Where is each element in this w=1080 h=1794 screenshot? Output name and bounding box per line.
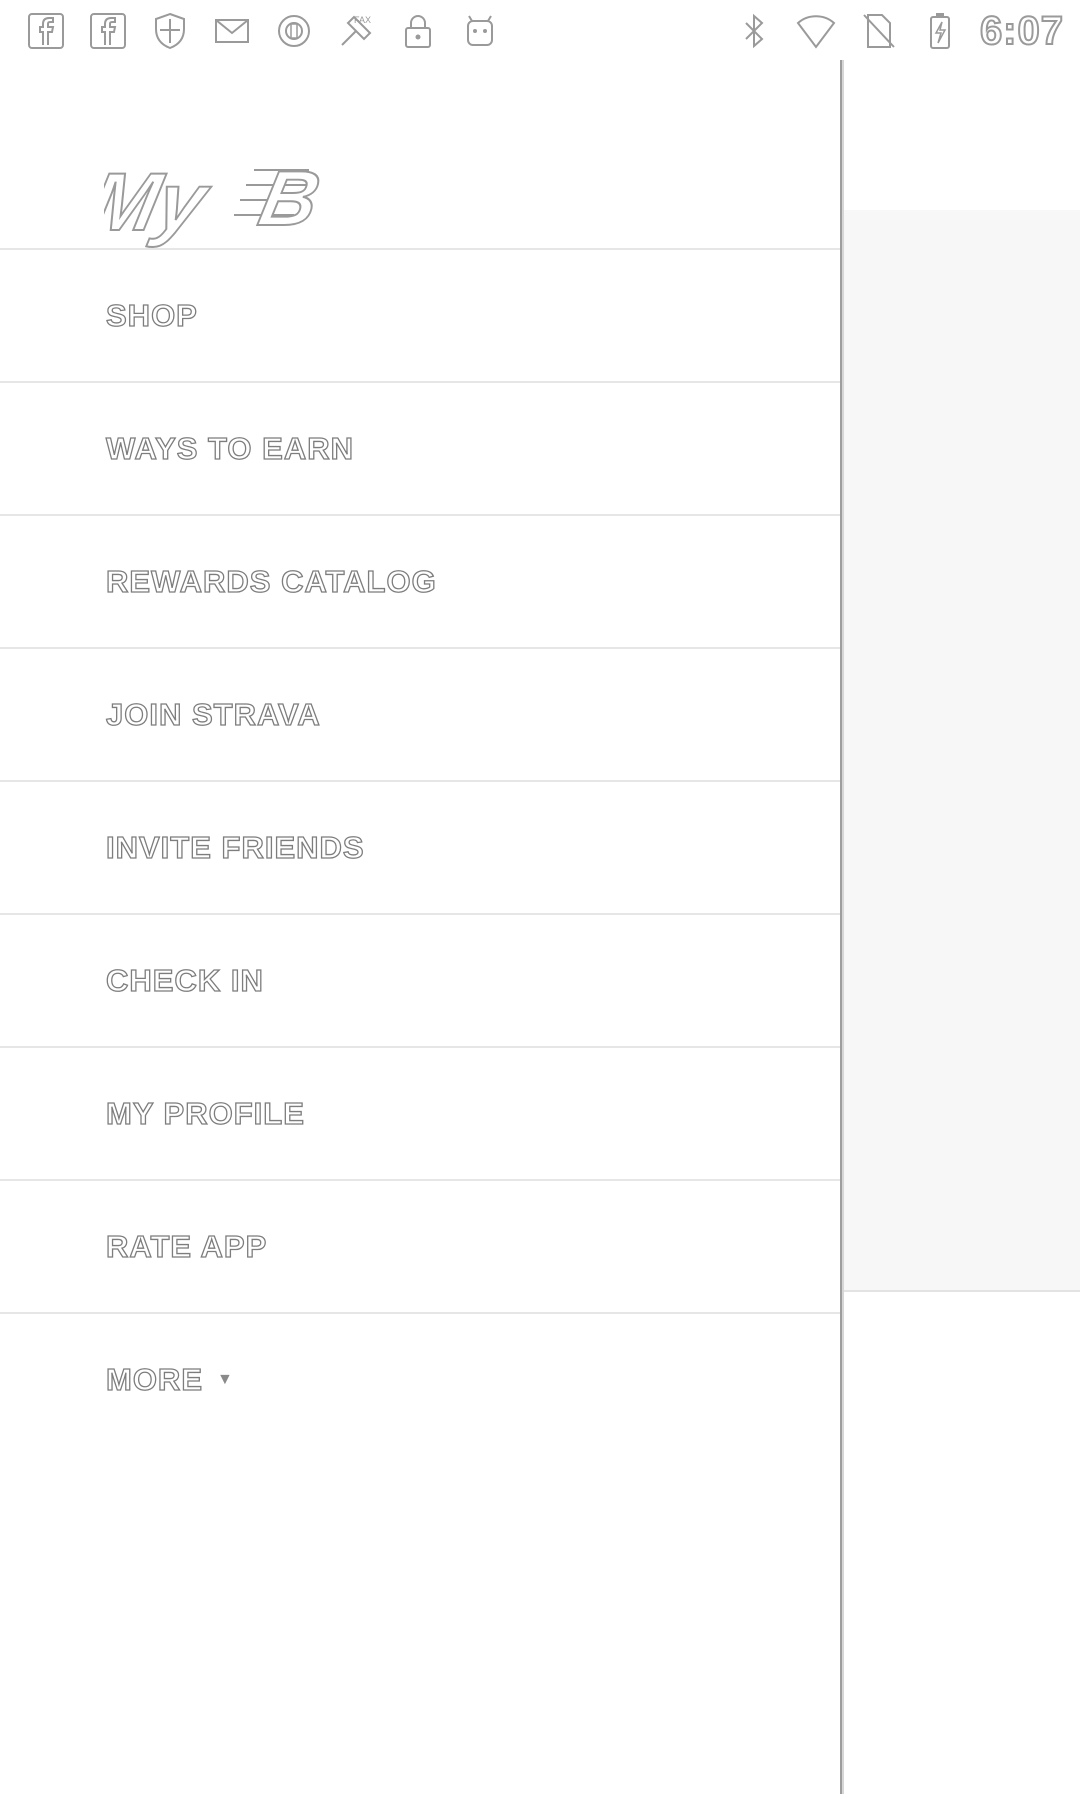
android-icon bbox=[458, 9, 502, 53]
svg-text:My: My bbox=[104, 156, 218, 248]
status-bar: FAX 6:07 bbox=[0, 0, 1080, 60]
notification-icons: FAX bbox=[24, 6, 502, 56]
mail-icon bbox=[210, 9, 254, 53]
circle-icon bbox=[272, 9, 316, 53]
no-sim-icon bbox=[856, 9, 900, 53]
menu-item-rate-app[interactable]: RATE APP bbox=[0, 1181, 840, 1314]
mynb-logo: My B bbox=[80, 140, 364, 260]
lock-icon bbox=[396, 9, 440, 53]
menu-item-label: MY PROFILE bbox=[105, 1095, 305, 1131]
menu-item-rewards-catalog[interactable]: REWARDS CATALOG bbox=[0, 516, 840, 649]
facebook-icon bbox=[86, 9, 130, 53]
bluetooth-icon bbox=[732, 9, 776, 53]
menu-item-label: JOIN STRAVA bbox=[105, 696, 321, 732]
clock-time: 6:07 bbox=[979, 8, 1064, 54]
svg-text:B: B bbox=[252, 155, 327, 242]
battery-charging-icon bbox=[918, 9, 962, 53]
facebook-icon bbox=[24, 9, 68, 53]
menu-item-label: INVITE FRIENDS bbox=[105, 829, 365, 865]
wifi-icon bbox=[794, 9, 838, 53]
menu-item-shop[interactable]: SHOP bbox=[0, 250, 840, 383]
menu-item-check-in[interactable]: CHECK IN bbox=[0, 915, 840, 1048]
menu-item-ways-to-earn[interactable]: WAYS TO EARN bbox=[0, 383, 840, 516]
main-content-header bbox=[842, 60, 1080, 212]
chevron-down-icon: ▼ bbox=[217, 1370, 233, 1388]
menu-item-label: REWARDS CATALOG bbox=[105, 563, 437, 599]
shield-icon bbox=[148, 9, 192, 53]
menu-item-label: WAYS TO EARN bbox=[105, 430, 354, 466]
menu-item-label: CHECK IN bbox=[105, 962, 264, 998]
system-icons: 6:07 bbox=[732, 6, 1064, 56]
menu-item-label: MORE bbox=[105, 1361, 203, 1397]
drawer-menu: SHOP WAYS TO EARN REWARDS CATALOG JOIN S… bbox=[0, 250, 840, 1445]
menu-item-invite-friends[interactable]: INVITE FRIENDS bbox=[0, 782, 840, 915]
menu-item-label: SHOP bbox=[105, 297, 198, 333]
tool-icon: FAX bbox=[334, 9, 378, 53]
main-content-panel[interactable] bbox=[842, 210, 1080, 1292]
svg-text:FAX: FAX bbox=[354, 15, 371, 25]
navigation-drawer: My B SHOP WAYS TO EARN REWARDS CATALOG J… bbox=[0, 60, 842, 1794]
menu-item-join-strava[interactable]: JOIN STRAVA bbox=[0, 649, 840, 782]
main-content-lower bbox=[842, 1292, 1080, 1794]
menu-item-more[interactable]: MORE ▼ bbox=[0, 1314, 840, 1445]
menu-item-label: RATE APP bbox=[105, 1228, 268, 1264]
menu-item-my-profile[interactable]: MY PROFILE bbox=[0, 1048, 840, 1181]
